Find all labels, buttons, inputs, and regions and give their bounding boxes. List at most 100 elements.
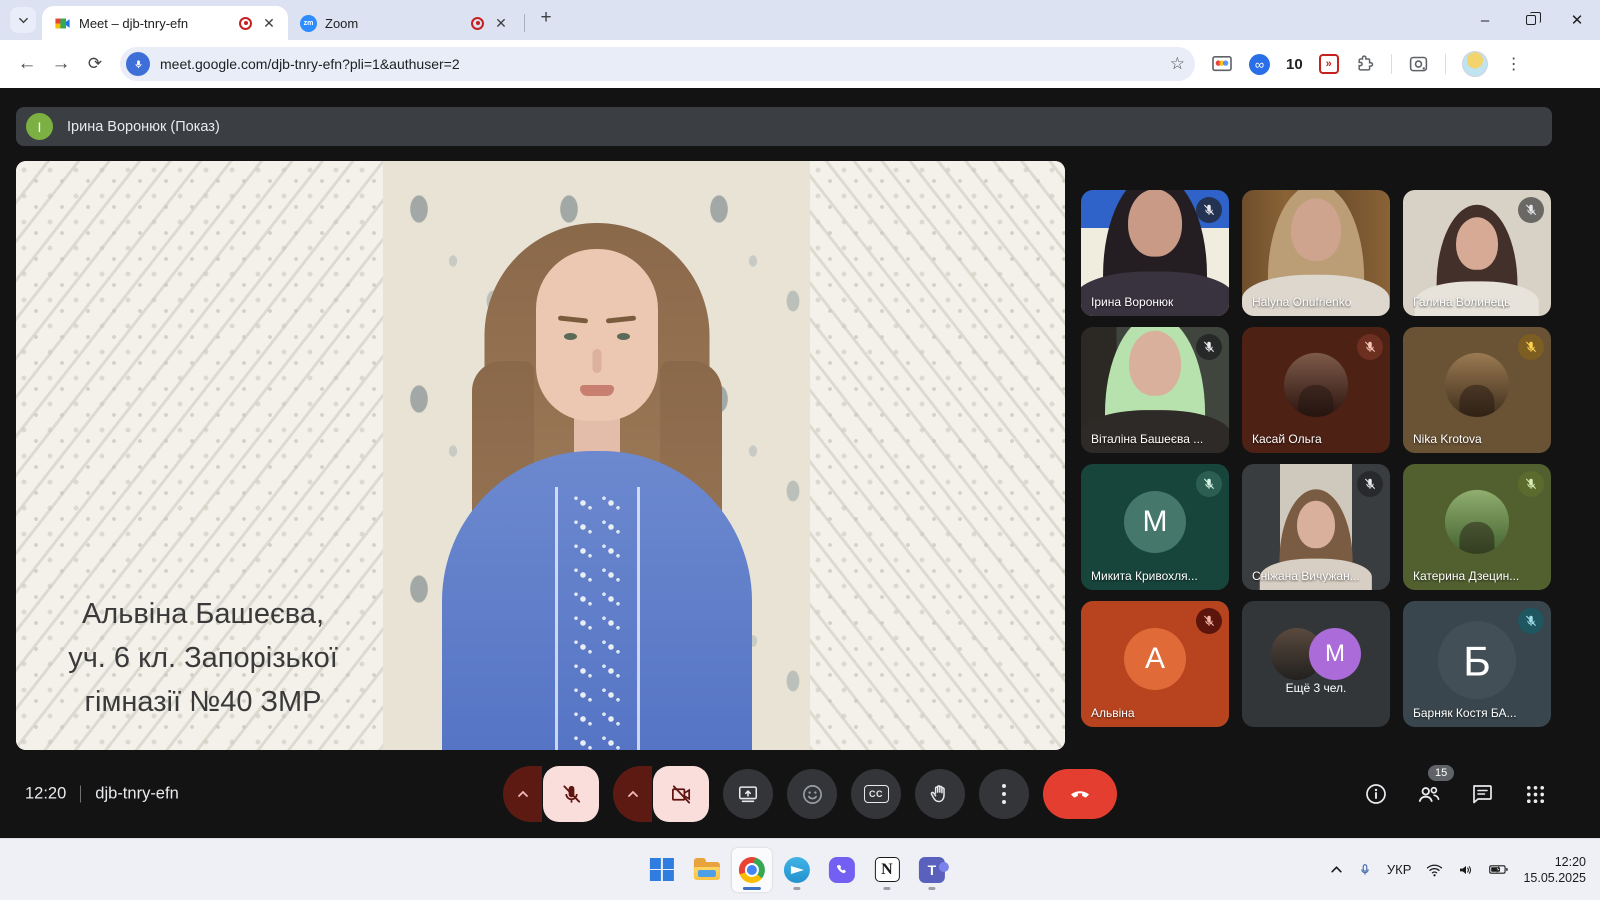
activities-button[interactable] — [1522, 781, 1548, 807]
emoji-smile-icon — [801, 783, 824, 806]
mic-off-icon — [1202, 614, 1216, 628]
tab-zoom[interactable]: zm Zoom ✕ — [288, 6, 520, 40]
participant-name: Касай Ольга — [1252, 432, 1322, 446]
participant-tile[interactable]: Галина Волинець — [1403, 190, 1551, 316]
notion-taskbar-button[interactable]: N — [867, 848, 907, 892]
media-panel-icon[interactable] — [1211, 55, 1233, 73]
battery-icon[interactable] — [1489, 863, 1508, 876]
tab-search-button[interactable] — [10, 7, 36, 33]
meeting-code: djb-tnry-efn — [95, 785, 178, 804]
minimize-button[interactable]: – — [1462, 0, 1508, 40]
infinity-extension-icon[interactable]: ∞ — [1249, 54, 1270, 75]
mic-off-icon — [560, 783, 583, 806]
kebab-menu-icon — [1002, 784, 1006, 804]
extensions-puzzle-icon[interactable] — [1355, 54, 1375, 74]
mic-muted-badge — [1196, 608, 1222, 634]
volume-icon[interactable] — [1458, 863, 1474, 877]
chrome-icon — [739, 857, 765, 883]
video-caption: Альвіна Башеєва, уч. 6 кл. Запорізької г… — [38, 592, 368, 724]
caption-line: Альвіна Башеєва, — [38, 592, 368, 636]
language-indicator[interactable]: УКР — [1387, 862, 1412, 877]
browser-menu-icon[interactable]: ⋮ — [1504, 54, 1524, 74]
new-tab-button[interactable]: + — [533, 5, 559, 31]
telegram-taskbar-button[interactable] — [777, 848, 817, 892]
restore-button[interactable] — [1508, 0, 1554, 40]
participants-grid: Ірина Воронюк Halyna Onufrienko Галина В… — [1081, 190, 1551, 727]
tab-meet[interactable]: Meet – djb-tnry-efn ✕ — [42, 6, 288, 40]
participant-tile[interactable]: Віталіна Башеєва ... — [1081, 327, 1229, 453]
info-icon — [1364, 782, 1388, 806]
profile-avatar[interactable] — [1462, 51, 1488, 77]
participant-name: Ещё 3 чел. — [1286, 681, 1347, 695]
tray-clock[interactable]: 12:20 15.05.2025 — [1523, 854, 1586, 886]
captions-icon: CC — [864, 785, 889, 803]
back-button[interactable]: ← — [10, 47, 44, 81]
participant-tile[interactable]: Nika Krotova — [1403, 327, 1551, 453]
participant-name: Віталіна Башеєва ... — [1091, 432, 1203, 446]
captions-button[interactable]: CC — [851, 769, 901, 819]
mic-off-icon — [1524, 203, 1538, 217]
participant-tile[interactable]: Halyna Onufrienko — [1242, 190, 1390, 316]
viber-taskbar-button[interactable] — [822, 848, 862, 892]
present-screen-button[interactable] — [723, 769, 773, 819]
camera-options-button[interactable] — [613, 766, 652, 822]
tab-title: Meet – djb-tnry-efn — [79, 16, 231, 31]
chrome-taskbar-button[interactable] — [732, 848, 772, 892]
participant-name: Микита Кривохля... — [1091, 569, 1198, 583]
address-bar[interactable]: meet.google.com/djb-tnry-efn?pli=1&authu… — [120, 47, 1195, 81]
tab-close-button[interactable]: ✕ — [260, 14, 278, 32]
mic-off-icon — [1524, 477, 1538, 491]
reactions-button[interactable] — [787, 769, 837, 819]
camera-muted-button[interactable] — [653, 766, 709, 822]
microphone-muted-button[interactable] — [543, 766, 599, 822]
main-presentation-video[interactable]: Альвіна Башеєва, уч. 6 кл. Запорізької г… — [16, 161, 1065, 750]
participant-tile[interactable]: MЕщё 3 чел. — [1242, 601, 1390, 727]
more-options-button[interactable] — [979, 769, 1029, 819]
forward-button[interactable]: → — [44, 47, 78, 81]
participant-tile[interactable]: Ірина Воронюк — [1081, 190, 1229, 316]
participant-tile[interactable]: Касай Ольга — [1242, 327, 1390, 453]
mic-muted-badge — [1518, 197, 1544, 223]
overflow-avatars: M — [1271, 628, 1361, 680]
browser-window: Meet – djb-tnry-efn ✕ zm Zoom ✕ + – ✕ ← … — [0, 0, 1600, 88]
participant-tile[interactable]: Катерина Дзецин... — [1403, 464, 1551, 590]
chevron-down-icon — [18, 15, 29, 26]
reload-button[interactable]: ⟳ — [78, 47, 112, 81]
close-button[interactable]: ✕ — [1554, 0, 1600, 40]
raise-hand-button[interactable] — [915, 769, 965, 819]
windows-taskbar: N T УКР 12:20 15.05.2025 — [0, 838, 1600, 900]
participant-tile[interactable]: ААльвіна — [1081, 601, 1229, 727]
tab-close-button[interactable]: ✕ — [492, 14, 510, 32]
mic-options-button[interactable] — [503, 766, 542, 822]
mic-off-icon — [1202, 340, 1216, 354]
lace-background-right — [810, 161, 1065, 750]
file-explorer-button[interactable] — [687, 848, 727, 892]
participant-tile[interactable]: Сніжана Вичужан... — [1242, 464, 1390, 590]
girl-face — [536, 249, 658, 421]
viber-icon — [829, 857, 855, 883]
mic-muted-badge — [1357, 334, 1383, 360]
avatar-letter: Б — [1463, 638, 1491, 686]
people-button[interactable]: 15 — [1416, 781, 1442, 807]
tray-mic-icon[interactable] — [1358, 862, 1372, 878]
zoom-favicon-icon: zm — [300, 15, 317, 32]
participant-name: Halyna Onufrienko — [1252, 295, 1351, 309]
mic-permission-icon[interactable] — [126, 52, 150, 76]
bookmark-star-icon[interactable]: ☆ — [1170, 54, 1185, 74]
mic-button-group — [503, 766, 599, 822]
url-text: meet.google.com/djb-tnry-efn?pli=1&authu… — [160, 56, 1170, 72]
leave-call-button[interactable] — [1043, 769, 1117, 819]
teams-taskbar-button[interactable]: T — [912, 848, 952, 892]
participant-tile[interactable]: MМикита Кривохля... — [1081, 464, 1229, 590]
screen-capture-lens-icon[interactable] — [1408, 54, 1429, 75]
mic-off-icon — [1202, 477, 1216, 491]
participant-tile[interactable]: ББарняк Костя БА... — [1403, 601, 1551, 727]
meeting-details-button[interactable] — [1363, 781, 1389, 807]
start-button[interactable] — [642, 848, 682, 892]
wifi-icon[interactable] — [1426, 863, 1443, 877]
tray-expand-icon[interactable] — [1330, 863, 1343, 876]
chat-button[interactable] — [1469, 781, 1495, 807]
mic-muted-badge — [1518, 471, 1544, 497]
fast-forward-extension-icon[interactable]: » — [1319, 54, 1339, 74]
presenter-name: Ірина Воронюк (Показ) — [67, 119, 220, 135]
